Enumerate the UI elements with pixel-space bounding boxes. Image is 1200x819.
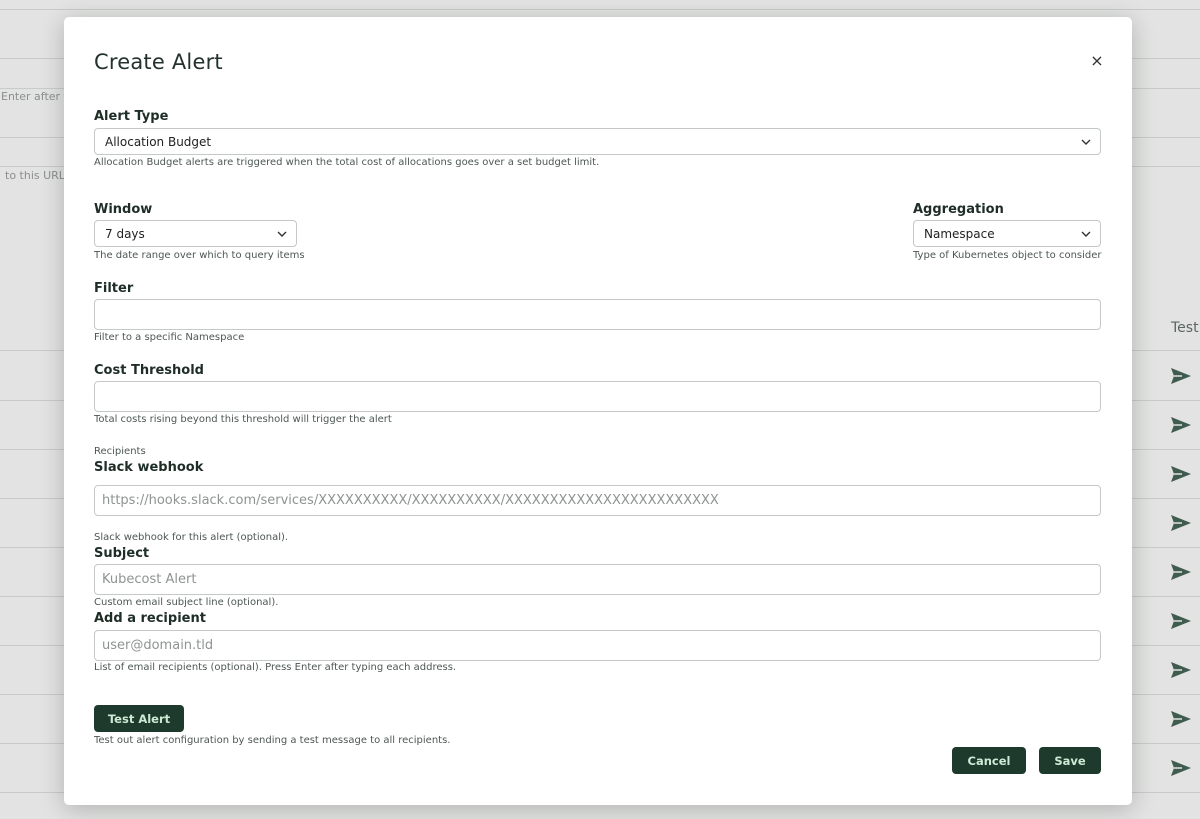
add-recipient-label: Add a recipient (94, 611, 206, 626)
cancel-button[interactable]: Cancel (952, 747, 1026, 774)
filter-label: Filter (94, 281, 134, 296)
background-footer-text: … (515, 812, 526, 819)
test-alert-button[interactable]: Test Alert (94, 705, 184, 732)
window-help: The date range over which to query items (94, 250, 305, 261)
chevron-down-icon (277, 231, 287, 237)
subject-help: Custom email subject line (optional). (94, 597, 279, 608)
window-select[interactable]: 7 days (94, 220, 297, 247)
alert-type-label: Alert Type (94, 109, 169, 124)
aggregation-select[interactable]: Namespace (913, 220, 1101, 247)
recipients-heading: Recipients (94, 446, 146, 457)
slack-webhook-input[interactable] (94, 485, 1101, 516)
send-icon[interactable] (1170, 661, 1192, 679)
aggregation-label: Aggregation (913, 202, 1004, 217)
test-column-header: Test (1171, 320, 1199, 336)
send-icon[interactable] (1170, 514, 1192, 532)
filter-input[interactable] (94, 299, 1101, 330)
window-value: 7 days (105, 226, 145, 241)
filter-help: Filter to a specific Namespace (94, 332, 245, 343)
send-icon[interactable] (1170, 759, 1192, 777)
subject-input[interactable] (94, 564, 1101, 595)
slack-webhook-help: Slack webhook for this alert (optional). (94, 532, 289, 543)
send-icon[interactable] (1170, 563, 1192, 581)
close-icon[interactable]: × (1090, 53, 1104, 69)
send-icon[interactable] (1170, 416, 1192, 434)
aggregation-help: Type of Kubernetes object to consider (913, 250, 1102, 261)
add-recipient-input[interactable] (94, 630, 1101, 661)
add-recipient-help: List of email recipients (optional). Pre… (94, 662, 457, 673)
dialog-title: Create Alert (94, 50, 223, 74)
test-alert-help: Test out alert configuration by sending … (94, 735, 451, 746)
chevron-down-icon (1081, 139, 1091, 145)
slack-webhook-label: Slack webhook (94, 460, 204, 475)
alert-type-help: Allocation Budget alerts are triggered w… (94, 157, 600, 168)
cost-threshold-help: Total costs rising beyond this threshold… (94, 414, 392, 425)
send-icon[interactable] (1170, 465, 1192, 483)
chevron-down-icon (1081, 231, 1091, 237)
divider (0, 9, 1200, 10)
send-icon[interactable] (1170, 612, 1192, 630)
send-icon[interactable] (1170, 367, 1192, 385)
alert-type-value: Allocation Budget (105, 134, 212, 149)
cost-threshold-label: Cost Threshold (94, 363, 204, 378)
create-alert-dialog: Create Alert × Alert Type Allocation Bud… (64, 17, 1132, 805)
background-text: to this URL (5, 169, 65, 182)
send-icon[interactable] (1170, 710, 1192, 728)
save-button[interactable]: Save (1039, 747, 1101, 774)
window-label: Window (94, 202, 153, 217)
subject-label: Subject (94, 546, 150, 561)
alert-type-select[interactable]: Allocation Budget (94, 128, 1101, 155)
cost-threshold-input[interactable] (94, 381, 1101, 412)
aggregation-value: Namespace (924, 226, 995, 241)
